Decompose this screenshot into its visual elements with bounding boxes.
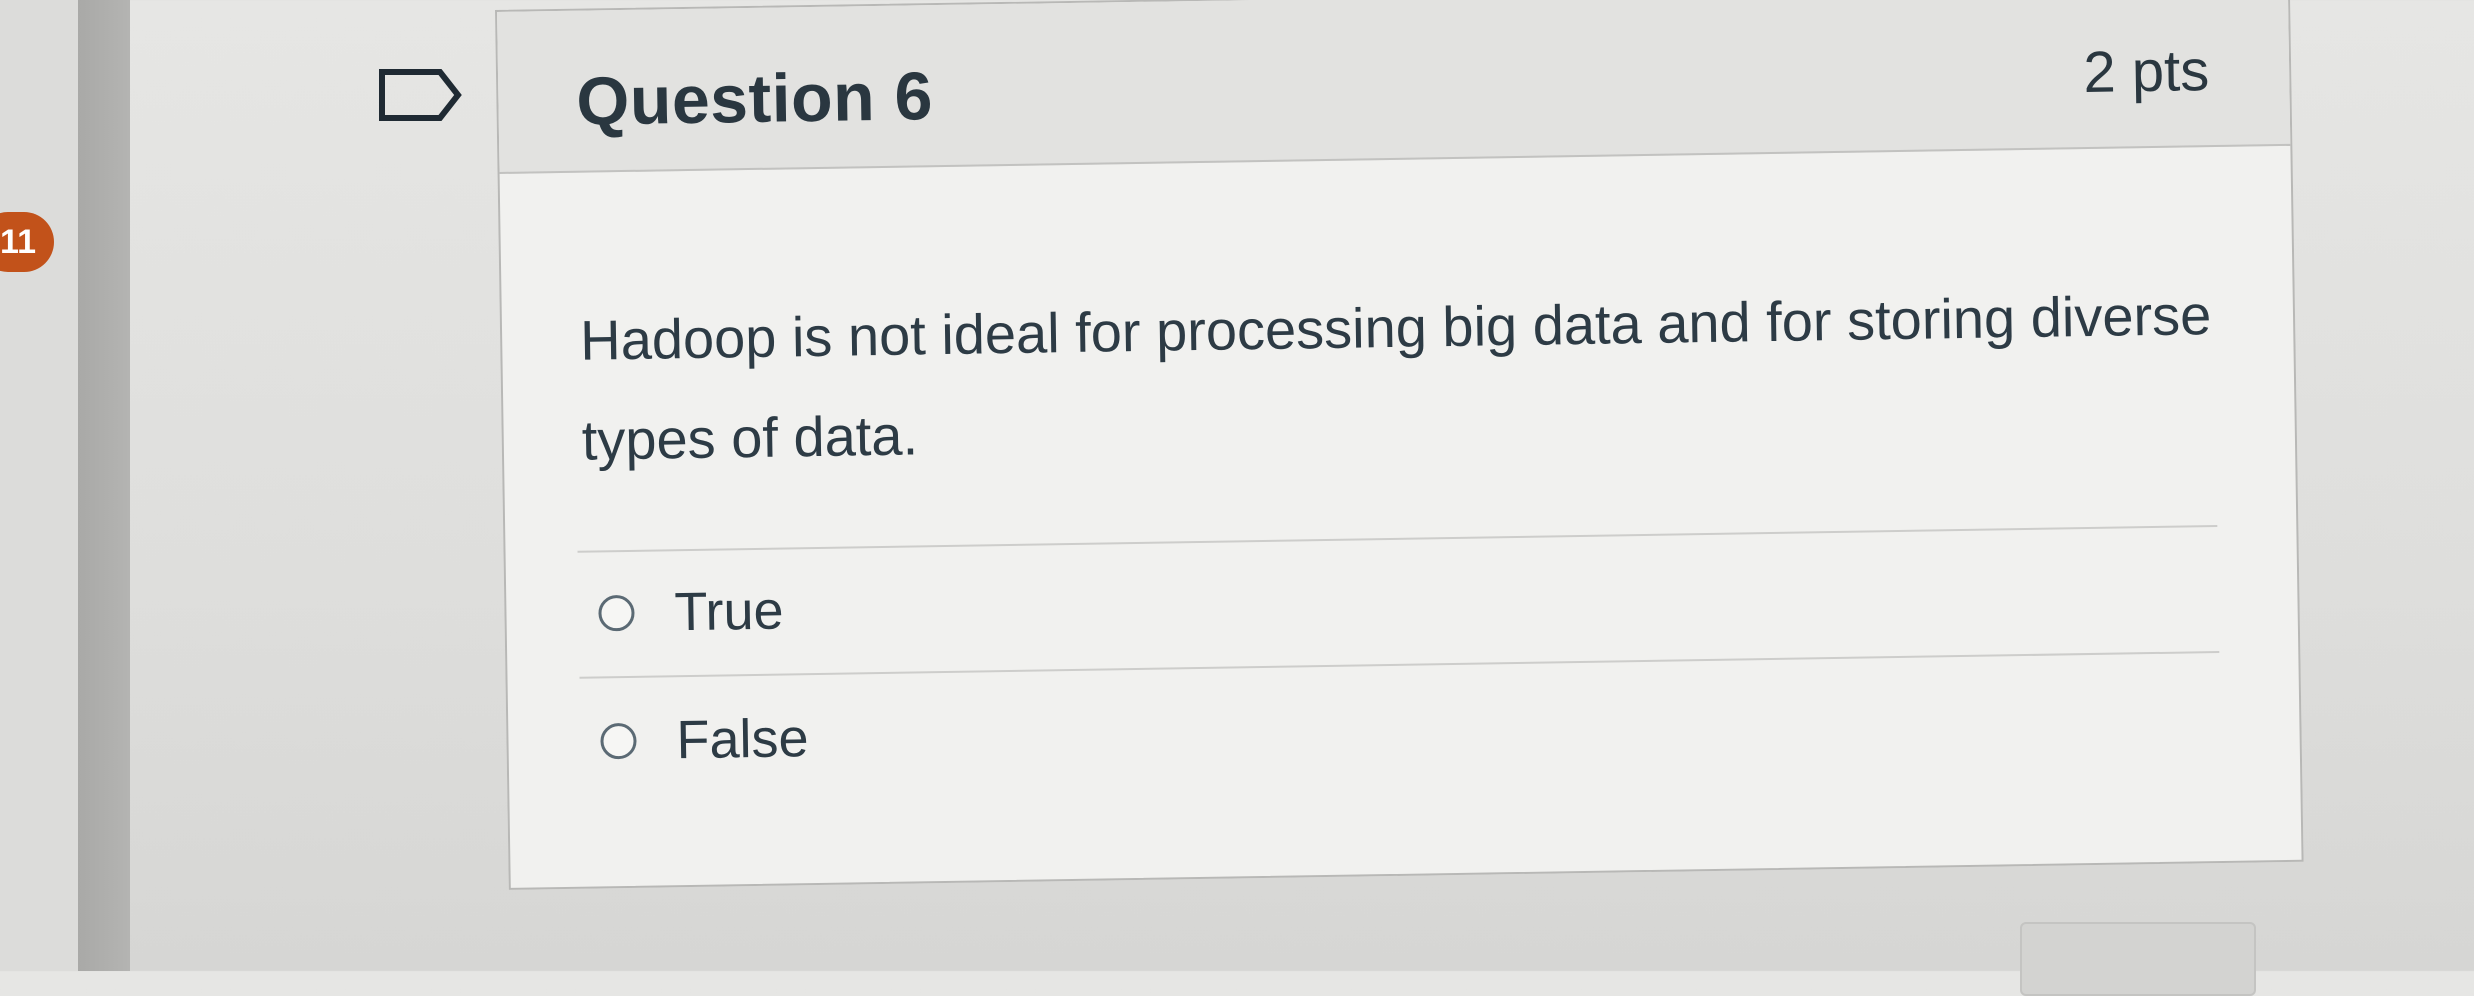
unread-count-badge[interactable]: 11 xyxy=(0,212,54,272)
answer-divider xyxy=(579,650,2220,679)
question-header: Question 6 2 pts xyxy=(497,0,2291,174)
page-left-edge: 11 xyxy=(0,0,78,971)
answer-label-false[interactable]: False xyxy=(676,707,809,771)
radio-button-true[interactable] xyxy=(598,594,635,632)
flag-question-icon[interactable] xyxy=(378,68,462,122)
question-title: Question 6 xyxy=(575,58,934,140)
answer-label-true[interactable]: True xyxy=(674,580,784,644)
question-text: Hadoop is not ideal for processing big d… xyxy=(579,283,2212,472)
answer-option-true[interactable]: True xyxy=(598,580,784,645)
answer-option-false[interactable]: False xyxy=(600,707,809,772)
left-scroll-rail xyxy=(78,0,130,971)
answer-divider xyxy=(577,525,2218,553)
partial-action-button[interactable] xyxy=(2020,922,2256,996)
radio-button-false[interactable] xyxy=(600,722,637,760)
question-points: 2 pts xyxy=(2082,38,2210,106)
question-card: Question 6 2 pts Hadoop is not ideal for… xyxy=(495,0,2304,890)
